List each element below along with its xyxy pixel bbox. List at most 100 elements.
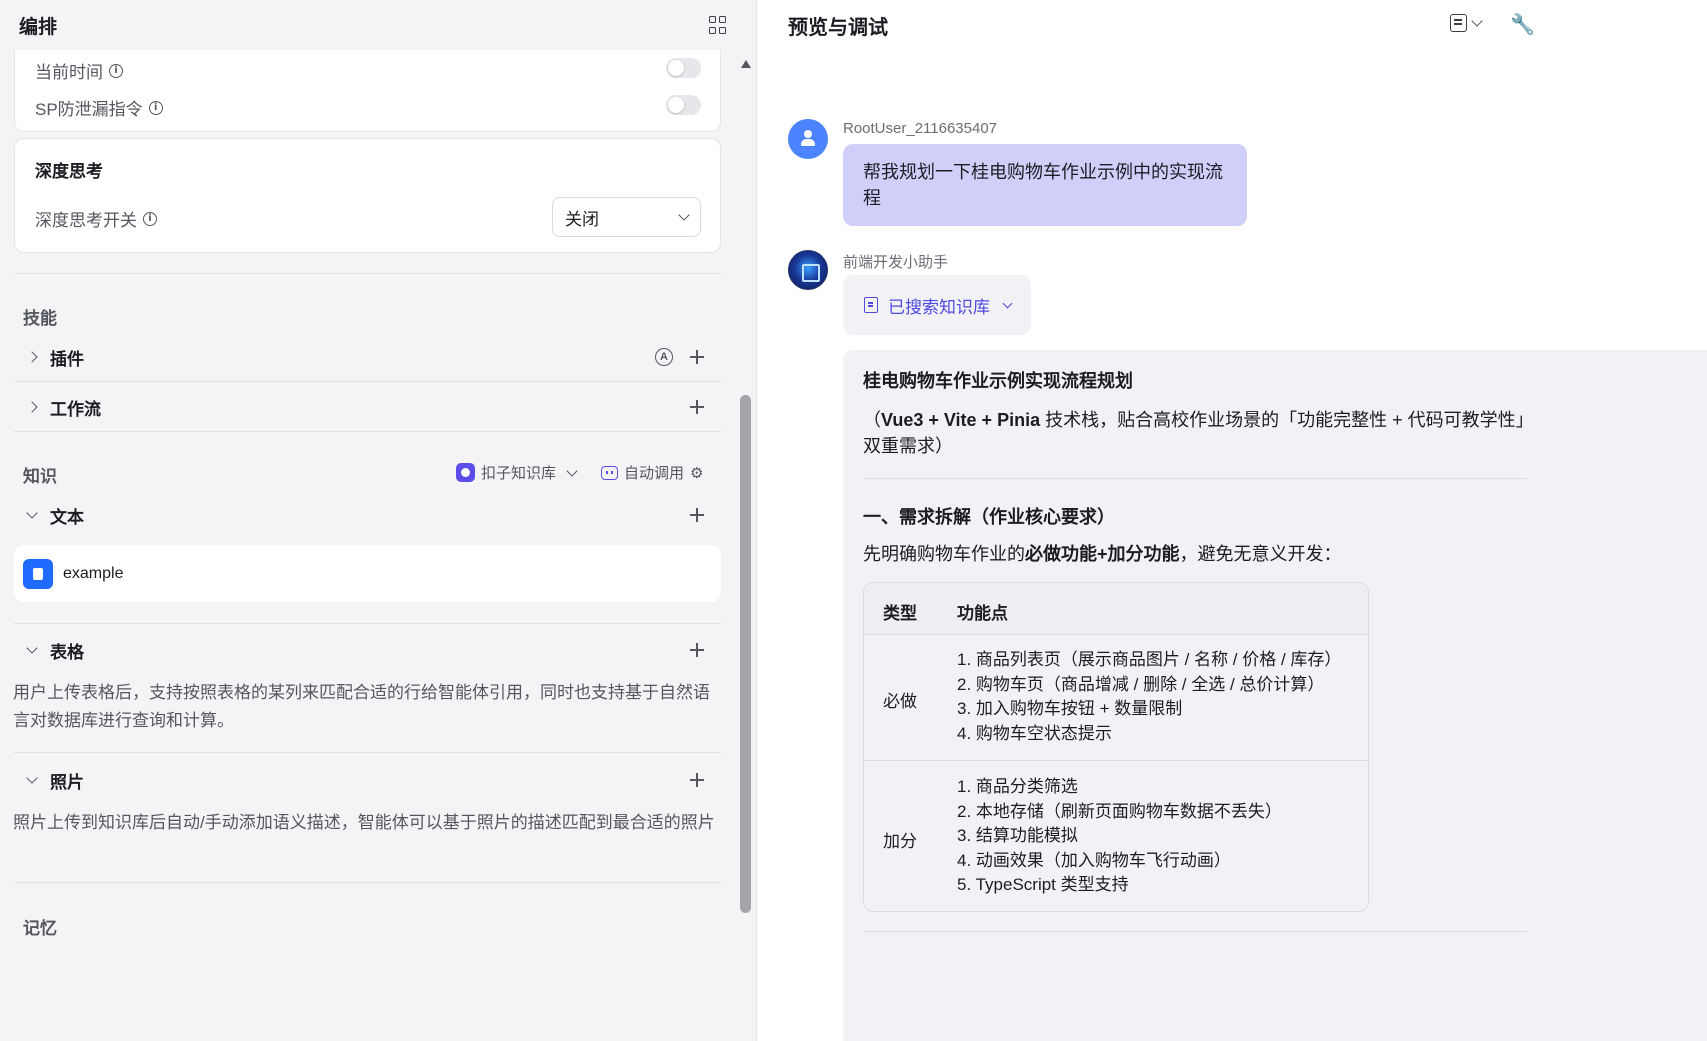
auto-call-setting[interactable]: 自动调用 ⚙: [601, 462, 703, 483]
section-heading: 一、需求拆解（作业核心要求）: [863, 507, 1115, 527]
preview-debug-panel: 预览与调试 🔧 RootUser_2116635407 帮我规划一下桂电购物车作…: [758, 0, 1707, 1041]
prompt-settings-card: 当前时间 i SP防泄漏指令 i: [14, 38, 721, 132]
chevron-down-icon: [566, 464, 578, 477]
grid-icon[interactable]: [709, 16, 727, 34]
circle-a-icon[interactable]: A: [655, 348, 673, 366]
kb-source-label: 扣子知识库: [481, 465, 557, 482]
list-item: 2. 本地存储（刷新页面购物车数据不丢失）: [957, 801, 1282, 821]
list-item: 2. 购物车页（商品增减 / 删除 / 全选 / 总价计算）: [957, 674, 1325, 694]
info-icon[interactable]: i: [109, 63, 123, 78]
add-table-button[interactable]: [690, 643, 704, 657]
info-icon[interactable]: i: [148, 100, 163, 115]
plugin-row[interactable]: 插件: [14, 337, 721, 377]
sp-guard-row: SP防泄漏指令 i: [35, 95, 163, 120]
document-item[interactable]: example: [14, 545, 721, 602]
user-name: RootUser_2116635407: [843, 120, 998, 137]
workflow-row[interactable]: 工作流: [14, 387, 721, 427]
answer-subtitle: （Vue3 + Vite + Pinia 技术栈，贴合高校作业场景的「功能完整性…: [863, 407, 1533, 459]
book-icon: [864, 297, 878, 313]
table-cell-type: 加分: [883, 832, 917, 851]
divider: [14, 752, 721, 753]
list-item: 1. 商品分类筛选: [957, 777, 1078, 796]
intro-bonus: 加分功能: [1107, 544, 1180, 564]
searched-knowledge-chip[interactable]: 已搜索知识库: [843, 275, 1031, 335]
table-header-feature: 功能点: [957, 604, 1008, 623]
knowledge-label: 知识: [23, 467, 57, 486]
chevron-right-icon: [26, 401, 38, 413]
text-knowledge-label: 文本: [50, 507, 84, 527]
scroll-up-arrow-icon[interactable]: [741, 60, 751, 68]
panel-title: 编排: [19, 16, 58, 38]
table-cell-type: 必做: [883, 692, 917, 711]
table-row: 必做 1. 商品列表页（展示商品图片 / 名称 / 价格 / 库存） 2. 购物…: [864, 635, 1368, 761]
list-item: 3. 加入购物车按钮 + 数量限制: [957, 699, 1183, 718]
document-icon: [23, 558, 53, 589]
divider: [863, 931, 1527, 932]
deep-thinking-card: 深度思考 深度思考开关 i 关闭: [14, 138, 721, 253]
subtitle-tech-stack: Vue3 + Vite + Pinia: [881, 410, 1041, 430]
knowledge-base-logo-icon: [456, 463, 475, 482]
table-row: 加分 1. 商品分类筛选 2. 本地存储（刷新页面购物车数据不丢失） 3. 结算…: [864, 761, 1368, 911]
add-photo-button[interactable]: [690, 773, 704, 787]
chevron-down-icon: [26, 642, 38, 654]
gear-icon[interactable]: ⚙: [690, 464, 703, 482]
divider: [14, 381, 721, 382]
add-workflow-button[interactable]: [690, 400, 704, 414]
chevron-down-icon: [26, 772, 38, 784]
calendar-menu-button[interactable]: [1450, 14, 1483, 32]
list-item: 5. TypeScript 类型支持: [957, 875, 1129, 894]
bot-avatar: [788, 250, 828, 290]
table-description: 用户上传表格后，支持按照表格的某列来匹配合适的行给智能体引用，同时也支持基于自然…: [13, 683, 710, 730]
intro-plus: +: [1097, 544, 1108, 564]
auto-call-label: 自动调用: [624, 465, 685, 482]
chevron-down-icon: [26, 507, 38, 519]
table-knowledge-row[interactable]: 表格: [14, 630, 721, 670]
chevron-right-icon: [26, 351, 38, 363]
table-header-row: 类型 功能点: [864, 583, 1368, 635]
user-message-bubble: 帮我规划一下桂电购物车作业示例中的实现流程: [843, 144, 1247, 226]
divider: [14, 431, 721, 432]
divider: [863, 478, 1527, 479]
feature-table: 类型 功能点 必做 1. 商品列表页（展示商品图片 / 名称 / 价格 / 库存…: [863, 582, 1369, 912]
current-time-toggle[interactable]: [666, 58, 701, 78]
photo-knowledge-row[interactable]: 照片: [14, 760, 721, 800]
robot-icon: [601, 465, 618, 480]
photo-description: 照片上传到知识库后自动/手动添加语义描述，智能体可以基于照片的描述匹配到最合适的…: [13, 813, 715, 832]
list-item: 1. 商品列表页（展示商品图片 / 名称 / 价格 / 库存）: [957, 650, 1342, 669]
wrench-icon[interactable]: 🔧: [1510, 12, 1535, 36]
chevron-down-icon: [1002, 298, 1013, 308]
user-avatar: [788, 119, 828, 159]
sp-guard-toggle[interactable]: [666, 95, 701, 115]
sp-guard-label: SP防泄漏指令: [35, 100, 143, 119]
table-knowledge-label: 表格: [50, 642, 84, 662]
deep-thinking-title: 深度思考: [35, 162, 103, 181]
deep-thinking-switch-label: 深度思考开关: [35, 211, 137, 230]
chevron-down-icon: [1471, 15, 1483, 27]
divider: [14, 273, 721, 274]
memory-label: 记忆: [23, 919, 57, 938]
table-cell-features: 1. 商品列表页（展示商品图片 / 名称 / 价格 / 库存） 2. 购物车页（…: [957, 648, 1341, 746]
calendar-icon: [1450, 14, 1467, 32]
info-icon[interactable]: i: [143, 211, 157, 226]
current-time-row: 当前时间 i: [35, 58, 123, 83]
orchestration-panel: 当前时间 i SP防泄漏指令 i 编排 深度思考 深度思考开关 i 关闭 技能 …: [0, 0, 757, 1041]
divider: [14, 623, 721, 624]
intro-rest: ，避免无意义开发：: [1179, 544, 1342, 564]
searched-knowledge-label: 已搜索知识库: [888, 297, 990, 317]
left-header: 编排: [0, 0, 756, 50]
subtitle-prefix: （: [863, 410, 881, 430]
workflow-label: 工作流: [50, 399, 101, 419]
list-item: 4. 购物车空状态提示: [957, 723, 1112, 743]
deep-thinking-select[interactable]: 关闭: [552, 197, 701, 237]
preview-title: 预览与调试: [788, 17, 888, 39]
bot-answer-bubble: 桂电购物车作业示例实现流程规划 （Vue3 + Vite + Pinia 技术栈…: [843, 350, 1707, 1041]
kb-source-select[interactable]: 扣子知识库: [456, 462, 578, 483]
photo-knowledge-label: 照片: [50, 772, 84, 792]
text-knowledge-row[interactable]: 文本: [14, 495, 721, 535]
add-text-button[interactable]: [690, 508, 704, 522]
scrollbar-thumb[interactable]: [740, 395, 751, 913]
answer-title: 桂电购物车作业示例实现流程规划: [863, 371, 1133, 391]
add-plugin-button[interactable]: [690, 350, 704, 364]
intro-prefix: 先明确购物车作业的: [863, 544, 1025, 564]
chevron-down-icon: [678, 209, 690, 221]
